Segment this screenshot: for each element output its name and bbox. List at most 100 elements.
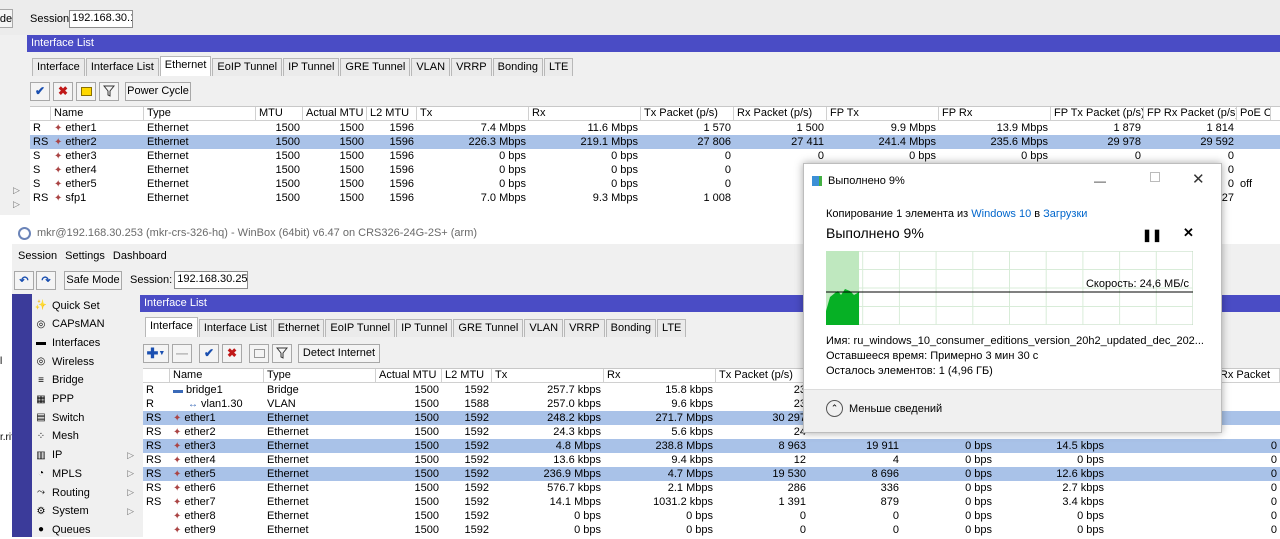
table-cell: 0 bps — [611, 150, 638, 162]
tab-interface[interactable]: Interface — [145, 317, 198, 337]
tab-bonding[interactable]: Bonding — [492, 58, 544, 76]
sidebar-item-mesh[interactable]: ⁘ Mesh — [34, 427, 138, 446]
column-header[interactable] — [143, 369, 170, 382]
tab-gre-tunnel[interactable]: GRE Tunnel — [453, 319, 524, 337]
column-header[interactable]: Tx — [492, 369, 604, 382]
maximize-icon[interactable] — [1150, 172, 1160, 182]
close-icon[interactable]: ✕ — [1192, 170, 1205, 188]
remove-icon[interactable]: — — [172, 343, 192, 363]
detect-internet-button[interactable]: Detect Internet — [298, 343, 380, 363]
session-field[interactable]: 192.168.30.1 — [69, 10, 133, 28]
table-row[interactable]: RS ✦ ether3 Ethernet 1500 1592 4.8 Mbps 238.8 M… — [143, 439, 1280, 453]
column-header[interactable]: Name — [170, 369, 264, 382]
safe-mode-button[interactable]: Safe Mode — [64, 270, 122, 290]
tab-bonding[interactable]: Bonding — [605, 319, 657, 337]
enable-check-icon[interactable]: ✔ — [30, 81, 50, 101]
table-cell: 0 — [724, 178, 731, 190]
menu-session[interactable]: Session — [18, 250, 57, 262]
sidebar-item-queues[interactable]: ● Queues — [34, 520, 138, 539]
column-header[interactable]: FP Rx Packet (p/s) — [1144, 107, 1237, 120]
column-header[interactable]: Tx Packet (p/s) — [716, 369, 809, 382]
sidebar-item-quick-set[interactable]: ✨ Quick Set — [34, 296, 138, 315]
table-row[interactable]: RS ✦ ether6 Ethernet 1500 1592 576.7 kbps 2.1 M… — [143, 481, 1280, 495]
source-link[interactable]: Windows 10 — [971, 208, 1031, 220]
column-header[interactable]: Name — [51, 107, 144, 120]
sidebar-item-system[interactable]: ⚙ System ▷ — [34, 502, 138, 521]
tab-interface-list[interactable]: Interface List — [85, 58, 159, 76]
cancel-icon[interactable]: ✕ — [1183, 225, 1194, 241]
table-row[interactable]: S ✦ ether3 Ethernet 1500 1500 1596 0 bps 0 bps 0 0… — [30, 149, 1280, 163]
table-row[interactable]: RS ✦ ether5 Ethernet 1500 1592 236.9 Mbps 4.7 M… — [143, 467, 1280, 481]
power-cycle-button[interactable]: Power Cycle — [125, 81, 191, 101]
enable-check-icon[interactable]: ✔ — [199, 343, 219, 363]
column-header[interactable]: Rx Packet (p/s) — [734, 107, 827, 120]
tab-vlan[interactable]: VLAN — [524, 319, 564, 337]
sidebar-item-interfaces[interactable]: ▬ Interfaces — [34, 333, 138, 352]
tab-interface-list[interactable]: Interface List — [198, 319, 272, 337]
sidebar-item-wireless[interactable]: ◎ Wireless — [34, 352, 138, 371]
column-header[interactable]: MTU — [256, 107, 303, 120]
less-details-toggle[interactable]: ⌃ Меньше сведений — [826, 400, 942, 417]
sidebar-item-capsman[interactable]: ◎ CAPsMAN — [34, 315, 138, 334]
sidebar-item-switch[interactable]: ▤ Switch — [34, 408, 138, 427]
tab-gre-tunnel[interactable]: GRE Tunnel — [340, 58, 411, 76]
table-row[interactable]: ✦ ether8 Ethernet 1500 1592 0 bps 0 bps 0 0 0 bps… — [143, 509, 1280, 523]
table-row[interactable]: RS ✦ ether7 Ethernet 1500 1592 14.1 Mbps 1031.2… — [143, 495, 1280, 509]
tab-lte[interactable]: LTE — [657, 319, 687, 337]
tab-ip-tunnel[interactable]: IP Tunnel — [396, 319, 453, 337]
destination-link[interactable]: Загрузки — [1043, 208, 1087, 220]
sidebar-item-ppp[interactable]: ▦ PPP — [34, 390, 138, 409]
comment-icon[interactable] — [76, 81, 96, 101]
minimize-icon[interactable]: — — [1094, 174, 1106, 188]
column-header[interactable]: Actual MTU — [303, 107, 367, 120]
safe-mode-button-partial[interactable]: de — [0, 9, 13, 28]
undo-icon[interactable]: ↶ — [14, 270, 34, 290]
column-header[interactable]: Actual MTU — [376, 369, 442, 382]
column-header[interactable]: Type — [264, 369, 376, 382]
menu-settings[interactable]: Settings — [65, 250, 105, 262]
add-icon[interactable]: ✚ ▼ — [143, 343, 169, 363]
tab-ip-tunnel[interactable]: IP Tunnel — [283, 58, 340, 76]
disable-x-icon[interactable]: ✖ — [53, 81, 73, 101]
filter-icon[interactable] — [99, 81, 119, 101]
tab-interface[interactable]: Interface — [32, 58, 85, 76]
table-row[interactable]: RS ✦ ether4 Ethernet 1500 1592 13.6 kbps 9.4 kb… — [143, 453, 1280, 467]
menu-dashboard[interactable]: Dashboard — [113, 250, 167, 262]
table-cell: Ethernet — [267, 468, 309, 480]
tab-eoip-tunnel[interactable]: EoIP Tunnel — [325, 319, 396, 337]
tab-vlan[interactable]: VLAN — [411, 58, 451, 76]
column-header[interactable]: PoE Ou — [1237, 107, 1271, 120]
tab-lte[interactable]: LTE — [544, 58, 574, 76]
column-header[interactable]: FP Tx — [827, 107, 939, 120]
column-header[interactable]: FP Rx — [939, 107, 1051, 120]
column-header[interactable]: Type — [144, 107, 256, 120]
tab-vrrp[interactable]: VRRP — [451, 58, 492, 76]
sidebar-item-ip[interactable]: ▥ IP ▷ — [34, 446, 138, 465]
tab-eoip-tunnel[interactable]: EoIP Tunnel — [212, 58, 283, 76]
tab-ethernet[interactable]: Ethernet — [159, 56, 212, 76]
table-row[interactable]: ✦ ether9 Ethernet 1500 1592 0 bps 0 bps 0 0 0 bps… — [143, 523, 1280, 537]
column-header[interactable]: L2 MTU — [442, 369, 492, 382]
session-field[interactable]: 192.168.30.253 — [174, 271, 249, 289]
table-row[interactable]: R ✦ ether1 Ethernet 1500 1500 1596 7.4 Mbps 11.6… — [30, 121, 1280, 135]
pause-icon[interactable]: ❚❚ — [1142, 228, 1162, 242]
column-header[interactable]: Rx — [604, 369, 716, 382]
tab-ethernet[interactable]: Ethernet — [272, 319, 325, 337]
column-header[interactable]: Tx Packet (p/s) — [641, 107, 734, 120]
column-header[interactable]: Tx — [417, 107, 529, 120]
filter-icon[interactable] — [272, 343, 292, 363]
sidebar-item-bridge[interactable]: ≡ Bridge — [34, 371, 138, 390]
comment-icon[interactable] — [249, 343, 269, 363]
disable-x-icon[interactable]: ✖ — [222, 343, 242, 363]
column-header[interactable]: FP Tx Packet (p/s) — [1051, 107, 1144, 120]
redo-icon[interactable]: ↷ — [36, 270, 56, 290]
ethernet-icon: ✦ — [173, 469, 182, 480]
table-row[interactable]: RS ✦ ether2 Ethernet 1500 1500 1596 226.3 Mbps 2… — [30, 135, 1280, 149]
column-header[interactable]: Rx — [529, 107, 641, 120]
column-header[interactable] — [30, 107, 51, 120]
sidebar-item-label: IP — [52, 449, 63, 462]
column-header[interactable]: L2 MTU — [367, 107, 417, 120]
sidebar-item-routing[interactable]: ⤳ Routing ▷ — [34, 483, 138, 502]
sidebar-item-mpls[interactable]: ◔ MPLS ▷ — [34, 464, 138, 483]
tab-vrrp[interactable]: VRRP — [564, 319, 605, 337]
